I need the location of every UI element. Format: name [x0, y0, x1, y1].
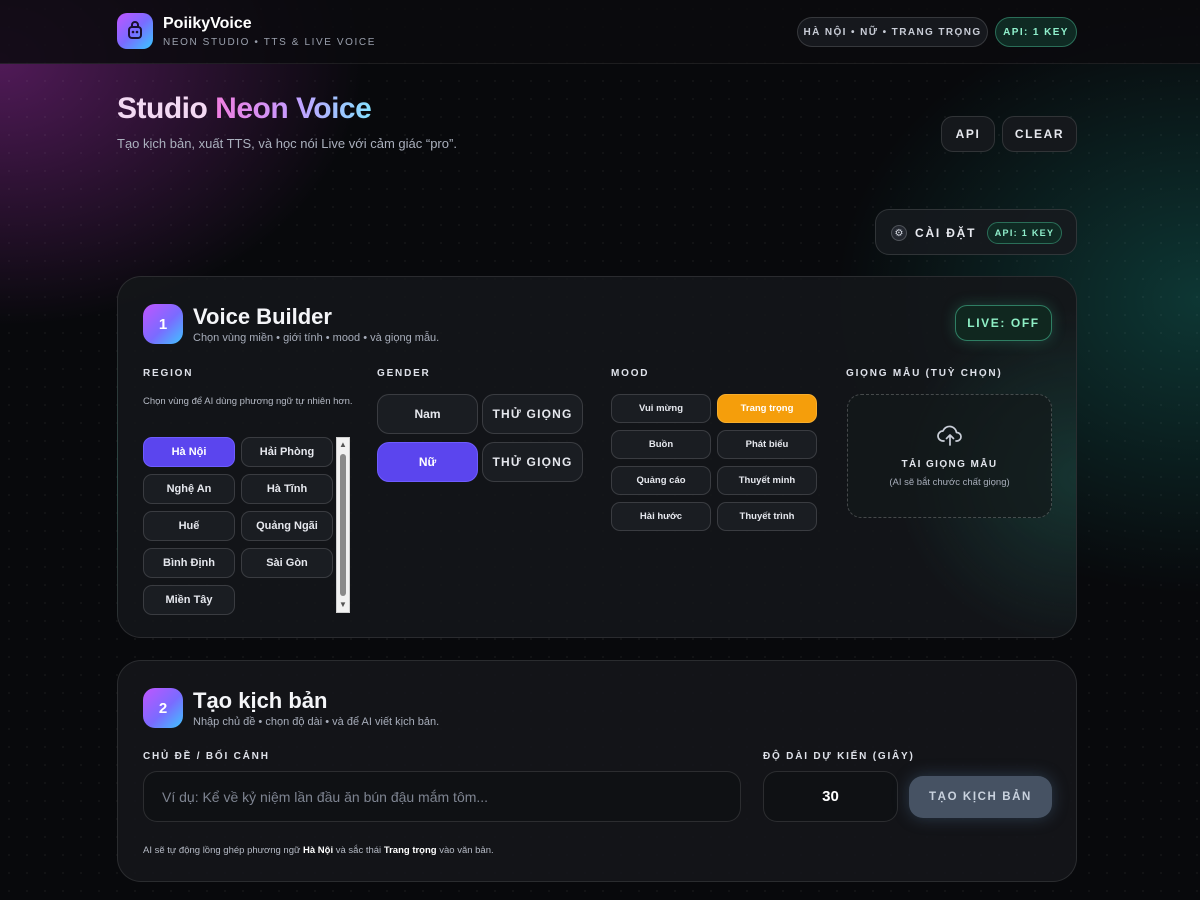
page-title: Studio Neon Voice	[117, 92, 372, 126]
cloud-upload-icon	[936, 421, 964, 454]
settings-button[interactable]: ⚙ CÀI ĐẶT API: 1 KEY	[875, 209, 1077, 255]
upload-hint: (AI sẽ bắt chước chất giọng)	[889, 477, 1010, 488]
try-female-voice-button[interactable]: THỬ GIỌNG	[482, 442, 583, 482]
note-region: Hà Nội	[303, 845, 334, 856]
settings-api-badge: API: 1 KEY	[987, 222, 1062, 244]
region-scrollbar[interactable]: ▲ ▼	[336, 437, 350, 613]
api-button[interactable]: API	[941, 116, 995, 152]
app-name: PoiikyVoice	[163, 15, 252, 32]
region-option-hue[interactable]: Huế	[143, 511, 235, 541]
sample-voice-label: GIỌNG MẪU (TUỲ CHỌN)	[846, 368, 1003, 379]
mood-option-trang-trong[interactable]: Trang trọng	[717, 394, 817, 423]
page-title-part2: Neon Voice	[215, 92, 372, 125]
note-suffix: vào văn bản.	[439, 845, 494, 856]
brand[interactable]: PoiikyVoice NEON STUDIO • TTS & LIVE VOI…	[117, 13, 376, 49]
gender-female-button[interactable]: Nữ	[377, 442, 478, 482]
mood-label: MOOD	[611, 368, 650, 379]
region-label: REGION	[143, 368, 194, 379]
try-male-voice-button[interactable]: THỬ GIỌNG	[482, 394, 583, 434]
live-status-badge[interactable]: LIVE: OFF	[955, 305, 1052, 341]
length-label: ĐỘ DÀI DỰ KIẾN (GIÂY)	[763, 751, 915, 762]
mood-option-vui-mung[interactable]: Vui mừng	[611, 394, 711, 423]
region-option-hai-phong[interactable]: Hải Phòng	[241, 437, 333, 467]
region-option-ha-tinh[interactable]: Hà Tĩnh	[241, 474, 333, 504]
region-option-quang-ngai[interactable]: Quảng Ngãi	[241, 511, 333, 541]
voice-builder-title: Voice Builder	[193, 304, 332, 329]
gender-label: GENDER	[377, 368, 431, 379]
topic-input[interactable]: Ví dụ: Kể về kỷ niệm lần đầu ăn bún đậu …	[143, 771, 741, 822]
app-tagline: NEON STUDIO • TTS & LIVE VOICE	[163, 37, 377, 48]
length-input[interactable]: 30	[763, 771, 898, 822]
page-subtitle: Tạo kịch bản, xuất TTS, và học nói Live …	[117, 136, 457, 151]
scroll-down-arrow-icon[interactable]: ▼	[339, 600, 347, 610]
note-middle: và sắc thái	[335, 845, 382, 856]
script-builder-subtitle: Nhập chủ đề • chọn độ dài • và để AI viế…	[193, 716, 440, 728]
region-option-mien-tay[interactable]: Miền Tây	[143, 585, 235, 615]
region-option-sai-gon[interactable]: Sài Gòn	[241, 548, 333, 578]
step-number-2: 2	[143, 688, 183, 728]
settings-label: CÀI ĐẶT	[915, 226, 977, 240]
api-key-pill[interactable]: API: 1 KEY	[995, 17, 1077, 47]
page-title-part1: Studio	[117, 92, 208, 125]
sample-voice-upload-zone[interactable]: TẢI GIỌNG MẪU (AI sẽ bắt chước chất giọn…	[847, 394, 1052, 518]
robot-icon	[117, 13, 153, 49]
top-bar: PoiikyVoice NEON STUDIO • TTS & LIVE VOI…	[0, 0, 1200, 64]
mood-option-buon[interactable]: Buồn	[611, 430, 711, 459]
region-option-ha-noi[interactable]: Hà Nội	[143, 437, 235, 467]
clear-button[interactable]: CLEAR	[1002, 116, 1077, 152]
region-option-binh-dinh[interactable]: Bình Định	[143, 548, 235, 578]
mood-option-quang-cao[interactable]: Quảng cáo	[611, 466, 711, 495]
region-option-nghe-an[interactable]: Nghệ An	[143, 474, 235, 504]
gear-icon: ⚙	[891, 225, 907, 241]
scroll-up-arrow-icon[interactable]: ▲	[339, 440, 347, 450]
region-help: Chọn vùng để AI dùng phương ngữ tự nhiên…	[143, 396, 353, 407]
note-prefix: AI sẽ tự động lồng ghép phương ngữ	[143, 845, 301, 856]
gender-male-button[interactable]: Nam	[377, 394, 478, 434]
mood-option-phat-bieu[interactable]: Phát biểu	[717, 430, 817, 459]
note-mood: Trang trọng	[383, 845, 437, 856]
voice-status-pill: HÀ NỘI • NỮ • TRANG TRỌNG	[797, 17, 988, 47]
scrollbar-thumb[interactable]	[340, 454, 346, 596]
step-number-1: 1	[143, 304, 183, 344]
script-builder-card: 2 Tạo kịch bản Nhập chủ đề • chọn độ dài…	[117, 660, 1077, 882]
generate-script-button[interactable]: TẠO KỊCH BẢN	[909, 776, 1052, 818]
voice-builder-card: 1 Voice Builder Chọn vùng miền • giới tí…	[117, 276, 1077, 638]
upload-title: TẢI GIỌNG MẪU	[901, 459, 998, 470]
topic-label: CHỦ ĐỀ / BỐI CẢNH	[143, 751, 270, 762]
mood-option-thuyet-trinh[interactable]: Thuyết trình	[717, 502, 817, 531]
mood-option-hai-huoc[interactable]: Hài hước	[611, 502, 711, 531]
dialect-note: AI sẽ tự động lồng ghép phương ngữ Hà Nộ…	[143, 845, 494, 856]
script-builder-title: Tạo kịch bản	[193, 688, 328, 713]
voice-builder-subtitle: Chọn vùng miền • giới tính • mood • và g…	[193, 332, 440, 344]
mood-option-thuyet-minh[interactable]: Thuyết minh	[717, 466, 817, 495]
